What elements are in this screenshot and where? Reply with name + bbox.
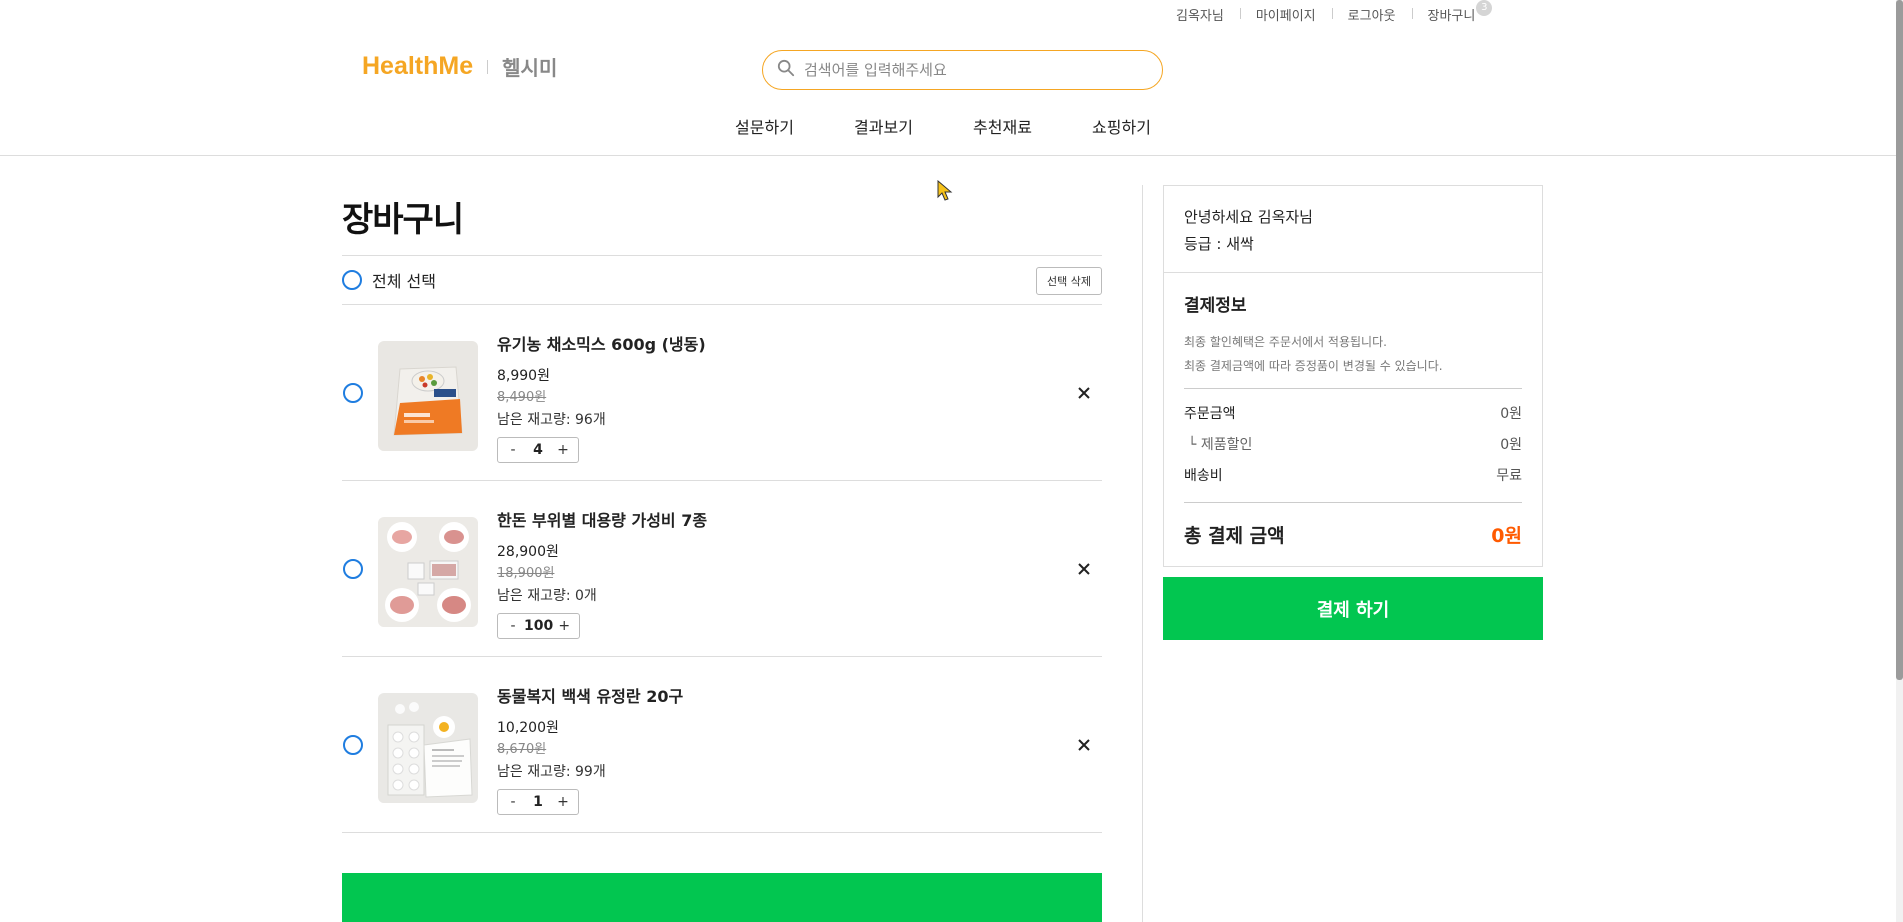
- divider: [1184, 502, 1522, 503]
- item-select-radio[interactable]: [343, 735, 363, 755]
- qty-increase-button[interactable]: +: [552, 442, 574, 458]
- user-name: 김옥자님: [1176, 8, 1224, 24]
- product-stock: 남은 재고량: 96개: [497, 412, 606, 428]
- product-image-eggs[interactable]: [378, 693, 478, 803]
- remove-item-button[interactable]: [1074, 559, 1094, 579]
- total-label: 총 결제 금액: [1184, 525, 1285, 547]
- item-select-radio[interactable]: [343, 559, 363, 579]
- product-name[interactable]: 한돈 부위별 대용량 가성비 7종: [497, 507, 707, 531]
- search-icon[interactable]: [777, 59, 795, 81]
- select-all-row: 전체 선택 선택 삭제: [342, 255, 1102, 305]
- discount-label: └ 제품할인: [1188, 437, 1253, 453]
- close-icon: [1074, 387, 1094, 406]
- product-stock: 남은 재고량: 99개: [497, 764, 606, 780]
- close-icon: [1074, 563, 1094, 582]
- column-divider: [1142, 185, 1143, 922]
- nav-results[interactable]: 결과보기: [824, 114, 943, 138]
- cart-item: 한돈 부위별 대용량 가성비 7종 28,900원 18,900원 남은 재고량…: [342, 481, 1102, 657]
- nav-recommend[interactable]: 추천재료: [943, 114, 1062, 138]
- main-nav: 설문하기 결과보기 추천재료 쇼핑하기: [705, 114, 1181, 138]
- logo-ko: 헬시미: [502, 56, 558, 80]
- qty-value: 1: [533, 794, 543, 810]
- product-original-price: 8,670원: [497, 742, 547, 757]
- qty-value: 4: [533, 442, 543, 458]
- search-box[interactable]: [762, 50, 1163, 90]
- order-button[interactable]: [342, 873, 1102, 922]
- quantity-stepper: - 1 +: [497, 789, 579, 815]
- select-all-label[interactable]: 전체 선택: [372, 268, 436, 292]
- grade-text: 등급 : 새싹: [1184, 235, 1254, 253]
- product-name[interactable]: 동물복지 백색 유정란 20구: [497, 683, 683, 707]
- product-price: 8,990원: [497, 368, 550, 384]
- nav-shopping[interactable]: 쇼핑하기: [1062, 114, 1181, 138]
- delete-selected-button[interactable]: 선택 삭제: [1036, 267, 1102, 295]
- select-all-radio[interactable]: [342, 270, 362, 290]
- shipping-value: 무료: [1496, 468, 1522, 484]
- shipping-label: 배송비: [1184, 468, 1223, 484]
- qty-value: 100: [524, 618, 554, 634]
- mouse-cursor-icon: [937, 179, 953, 202]
- cart-count-badge: 3: [1476, 0, 1493, 16]
- mypage-link[interactable]: 마이페이지: [1239, 5, 1332, 24]
- product-stock: 남은 재고량: 0개: [497, 588, 597, 604]
- page-scrollbar[interactable]: [1896, 0, 1903, 922]
- nav-survey[interactable]: 설문하기: [705, 114, 824, 138]
- divider: [1184, 388, 1522, 389]
- utility-bar: 김옥자님 마이페이지 로그아웃 장바구니3: [1160, 0, 1508, 28]
- discount-row: └ 제품할인 0원: [1184, 430, 1522, 461]
- logout-link[interactable]: 로그아웃: [1331, 5, 1412, 24]
- total-value: 0원: [1491, 525, 1522, 547]
- qty-decrease-button[interactable]: -: [502, 618, 524, 634]
- order-amount-value: 0원: [1500, 406, 1522, 422]
- cart-item: 유기농 채소믹스 600g (냉동) 8,990원 8,490원 남은 재고량:…: [342, 305, 1102, 481]
- quantity-stepper: - 100 +: [497, 613, 581, 639]
- search-input[interactable]: [804, 61, 1134, 79]
- item-info: 한돈 부위별 대용량 가성비 7종 28,900원 18,900원 남은 재고량…: [497, 507, 707, 639]
- total-row: 총 결제 금액 0원: [1184, 513, 1522, 552]
- qty-increase-button[interactable]: +: [553, 618, 575, 634]
- order-amount-label: 주문금액: [1184, 406, 1236, 422]
- remove-item-button[interactable]: [1074, 383, 1094, 403]
- scrollbar-thumb[interactable]: [1896, 0, 1903, 680]
- item-info: 동물복지 백색 유정란 20구 10,200원 8,670원 남은 재고량: 9…: [497, 683, 683, 815]
- quantity-stepper: - 4 +: [497, 437, 579, 463]
- product-original-price: 18,900원: [497, 566, 555, 581]
- gift-note: 최종 결제금액에 따라 증정품이 변경될 수 있습니다.: [1184, 359, 1443, 373]
- remove-item-button[interactable]: [1074, 735, 1094, 755]
- pay-button[interactable]: 결제 하기: [1163, 577, 1543, 640]
- greeting-box: 안녕하세요 김옥자님 등급 : 새싹: [1164, 186, 1542, 273]
- product-price: 28,900원: [497, 544, 559, 560]
- product-price: 10,200원: [497, 720, 559, 736]
- payment-panel: 안녕하세요 김옥자님 등급 : 새싹 결제정보 최종 할인혜택은 주문서에서 적…: [1163, 185, 1543, 567]
- product-image-pork[interactable]: [378, 517, 478, 627]
- greeting-text: 안녕하세요 김옥자님: [1184, 208, 1313, 226]
- payment-info: 결제정보 최종 할인혜택은 주문서에서 적용됩니다. 최종 결제금액에 따라 증…: [1164, 273, 1542, 566]
- header-divider: [0, 155, 1896, 156]
- cart-link[interactable]: 장바구니3: [1411, 0, 1509, 24]
- shipping-row: 배송비 무료: [1184, 461, 1522, 492]
- discount-value: 0원: [1500, 437, 1522, 453]
- logo-en: HealthMe: [362, 52, 474, 80]
- cart-link-label: 장바구니: [1427, 8, 1476, 24]
- product-name[interactable]: 유기농 채소믹스 600g (냉동): [497, 331, 706, 355]
- product-original-price: 8,490원: [497, 390, 547, 405]
- qty-decrease-button[interactable]: -: [502, 442, 524, 458]
- cart-item: 동물복지 백색 유정란 20구 10,200원 8,670원 남은 재고량: 9…: [342, 657, 1102, 833]
- cart-list: 유기농 채소믹스 600g (냉동) 8,990원 8,490원 남은 재고량:…: [342, 305, 1102, 833]
- item-info: 유기농 채소믹스 600g (냉동) 8,990원 8,490원 남은 재고량:…: [497, 331, 706, 463]
- item-select-radio[interactable]: [343, 383, 363, 403]
- discount-note: 최종 할인혜택은 주문서에서 적용됩니다.: [1184, 335, 1387, 349]
- logo-divider: [487, 59, 489, 74]
- order-amount-row: 주문금액 0원: [1184, 399, 1522, 430]
- qty-increase-button[interactable]: +: [552, 794, 574, 810]
- product-image-vegetable-mix[interactable]: [378, 341, 478, 451]
- page-title: 장바구니: [342, 200, 464, 240]
- qty-decrease-button[interactable]: -: [502, 794, 524, 810]
- payment-info-title: 결제정보: [1184, 296, 1247, 316]
- close-icon: [1074, 739, 1094, 758]
- logo[interactable]: HealthMe 헬시미: [362, 52, 557, 81]
